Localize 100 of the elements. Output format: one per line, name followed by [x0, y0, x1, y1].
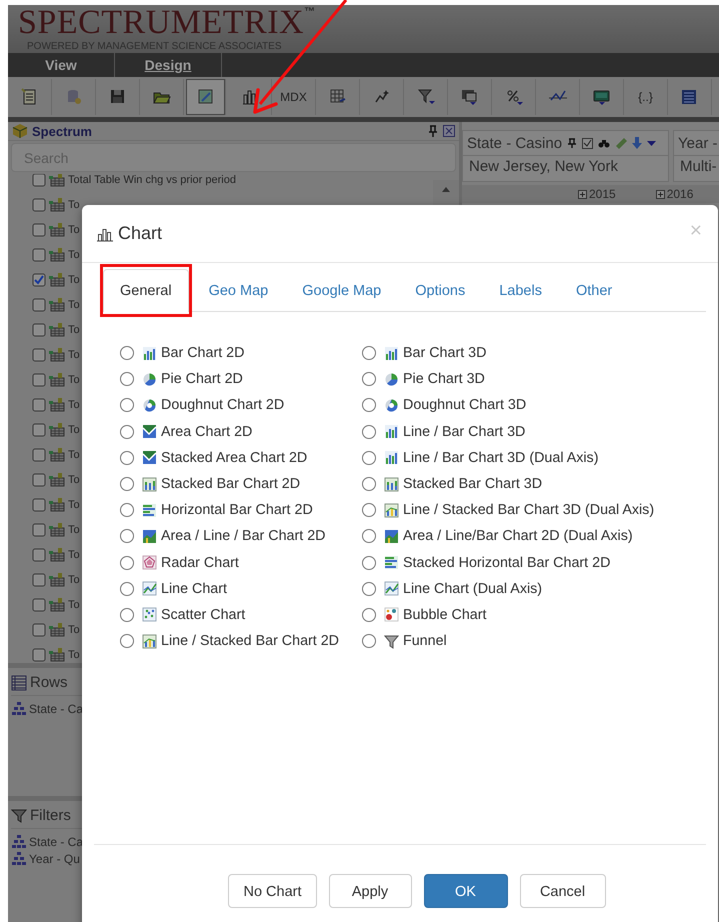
measure-label[interactable]: To [68, 374, 80, 386]
radio-button[interactable] [362, 529, 376, 544]
tab[interactable]: Other [558, 269, 630, 312]
option-label[interactable]: Stacked Bar Chart 2D [161, 476, 300, 492]
measure-label[interactable]: To [68, 474, 80, 486]
measure-label[interactable]: To [68, 274, 80, 286]
dialog-button[interactable]: Cancel [520, 874, 606, 908]
option-label[interactable]: Line Chart (Dual Axis) [403, 580, 542, 597]
radio-button[interactable] [362, 346, 376, 360]
radio-button[interactable] [362, 450, 376, 465]
measure-label[interactable]: To [68, 499, 80, 512]
option-label[interactable]: Scatter Chart [161, 606, 246, 623]
measure-label[interactable]: To [68, 199, 80, 212]
measure-label[interactable]: To [68, 624, 80, 636]
measure-label[interactable]: To [68, 424, 80, 436]
radio-button[interactable] [120, 503, 134, 518]
option-label[interactable]: Line / Bar Chart 3D [403, 424, 526, 440]
option-label[interactable]: Horizontal Bar Chart 2D [161, 502, 313, 518]
option-label[interactable]: Area / Line/Bar Chart 2D (Dual Axis) [403, 528, 633, 544]
radio-button[interactable] [120, 424, 134, 439]
checkbox[interactable] [32, 548, 46, 562]
option-label[interactable]: Stacked Horizontal Bar Chart 2D [403, 554, 610, 571]
radio-button[interactable] [362, 634, 376, 648]
measure-label[interactable]: To [68, 399, 80, 412]
field-label[interactable]: State - Ca [29, 834, 84, 849]
checkbox[interactable] [32, 523, 46, 538]
checkbox[interactable] [32, 623, 46, 638]
dialog-button[interactable]: Apply [328, 874, 412, 908]
checkbox[interactable] [32, 198, 46, 212]
ok-button[interactable]: OK [424, 874, 508, 908]
checkbox[interactable] [32, 648, 46, 662]
option-label[interactable]: Stacked Bar Chart 3D [403, 476, 542, 492]
field-label[interactable]: State - Ca [29, 702, 84, 716]
checkbox[interactable] [32, 323, 46, 338]
radio-button[interactable] [362, 372, 376, 386]
tab[interactable]: General [103, 269, 189, 312]
dialog-button[interactable]: No Chart [228, 874, 317, 908]
radio-button[interactable] [362, 477, 376, 492]
measure-label[interactable]: To [68, 449, 80, 462]
measure-label[interactable]: To [68, 349, 80, 362]
checkbox[interactable] [32, 248, 46, 262]
tab[interactable]: Google Map [285, 269, 398, 312]
checkbox[interactable] [32, 298, 46, 312]
measure-label[interactable]: To [68, 299, 80, 312]
option-label[interactable]: Area Chart 2D [161, 424, 252, 440]
radio-button[interactable] [120, 529, 134, 544]
measure-label[interactable]: To [68, 249, 80, 262]
measure-label[interactable]: To [68, 599, 80, 612]
radio-button[interactable] [120, 346, 134, 360]
toolbar-button[interactable] [186, 79, 226, 115]
option-label[interactable]: Bar Chart 3D [403, 345, 486, 362]
option-label[interactable]: Stacked Area Chart 2D [161, 450, 308, 466]
field-title[interactable]: State - Casino [467, 134, 562, 152]
radio-button[interactable] [120, 372, 134, 386]
radio-button[interactable] [120, 556, 134, 570]
measure-label[interactable]: To [68, 549, 80, 562]
checkbox[interactable] [32, 223, 46, 238]
measure-label[interactable]: To [68, 649, 80, 662]
checkbox[interactable] [32, 348, 46, 362]
tab[interactable]: Labels [482, 269, 559, 312]
radio-button[interactable] [362, 608, 376, 622]
option-label[interactable]: Line Chart [161, 580, 227, 597]
radio-button[interactable] [120, 582, 134, 596]
option-label[interactable]: Bar Chart 2D [161, 345, 244, 362]
toolbar-button[interactable]: {..} [624, 79, 668, 115]
measure-label[interactable]: To [68, 324, 80, 336]
measure-label[interactable]: To [68, 224, 80, 236]
checkbox[interactable] [32, 473, 46, 488]
option-label[interactable]: Pie Chart 3D [403, 371, 485, 388]
toolbar-button[interactable]: MDX [272, 79, 316, 115]
option-label[interactable]: Line / Stacked Bar Chart 3D (Dual Axis) [403, 502, 654, 518]
option-label[interactable]: Doughnut Chart 3D [403, 397, 526, 414]
radio-button[interactable] [362, 398, 376, 412]
radio-button[interactable] [362, 503, 376, 518]
measure-label[interactable]: To [68, 524, 80, 536]
checkbox[interactable] [32, 373, 46, 388]
measure-label[interactable]: To [68, 574, 80, 586]
measure-label[interactable]: Total Table Win chg vs prior period [68, 174, 236, 186]
field-title[interactable]: Year - [678, 134, 718, 152]
option-label[interactable]: Pie Chart 2D [161, 371, 243, 388]
tab[interactable]: Options [398, 269, 482, 312]
radio-button[interactable] [120, 608, 134, 622]
option-label[interactable]: Doughnut Chart 2D [161, 397, 284, 414]
option-label[interactable]: Bubble Chart [403, 606, 486, 623]
tab[interactable]: Geo Map [192, 269, 286, 312]
radio-button[interactable] [362, 424, 376, 439]
checkbox[interactable] [32, 573, 46, 588]
checkbox[interactable] [32, 174, 46, 188]
option-label[interactable]: Area / Line / Bar Chart 2D [161, 528, 326, 544]
radio-button[interactable] [120, 477, 134, 492]
checkbox[interactable] [32, 498, 46, 512]
option-label[interactable]: Line / Stacked Bar Chart 2D [161, 633, 340, 650]
radio-button[interactable] [120, 450, 134, 465]
checkbox[interactable] [32, 398, 46, 412]
option-label[interactable]: Line / Bar Chart 3D (Dual Axis) [403, 450, 598, 466]
radio-button[interactable] [120, 398, 134, 412]
checkbox[interactable] [32, 423, 46, 438]
checkbox[interactable] [32, 273, 46, 288]
checkbox[interactable] [32, 448, 46, 462]
radio-button[interactable] [362, 556, 376, 570]
